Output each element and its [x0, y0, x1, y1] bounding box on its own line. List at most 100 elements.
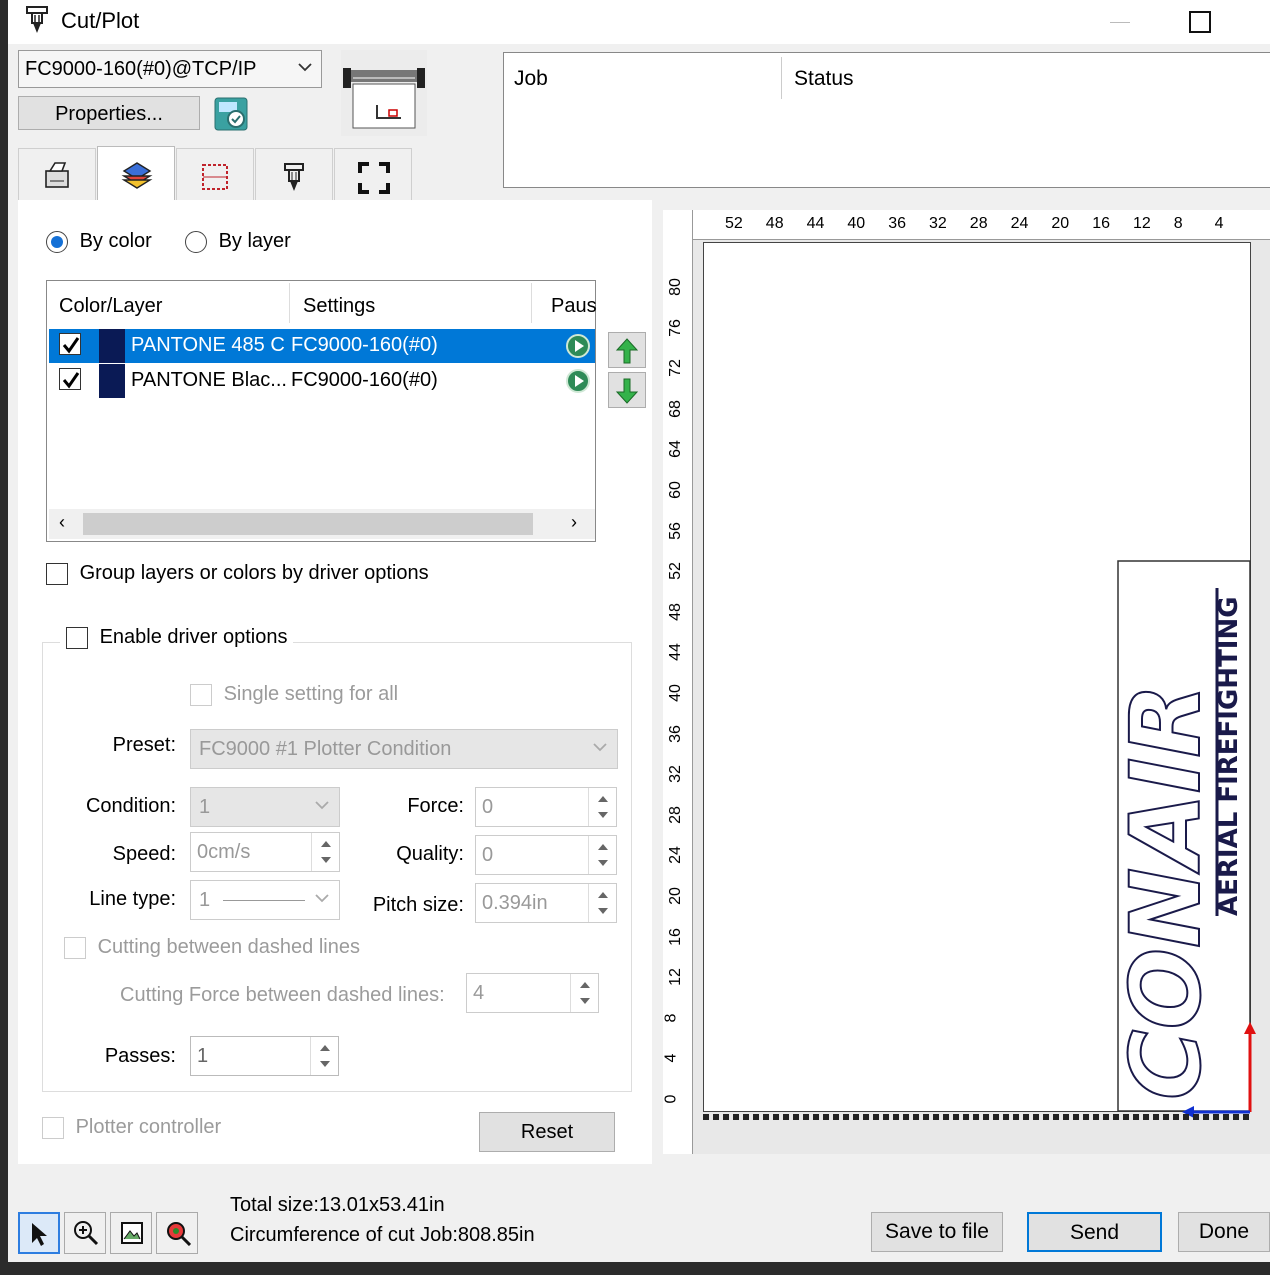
select-tool-button[interactable]: [18, 1212, 60, 1254]
passes-value: 1: [197, 1045, 209, 1067]
color-swatch: [99, 364, 125, 398]
color-swatch: [99, 329, 125, 363]
settings-header[interactable]: Settings: [303, 295, 375, 318]
printer-icon: [45, 162, 69, 188]
top-ruler-tick: 52: [725, 215, 743, 232]
stepper-arrows-icon[interactable]: [588, 836, 616, 874]
pointer-icon: [32, 1223, 47, 1246]
top-ruler-tick: 12: [1133, 215, 1151, 232]
condition-dropdown[interactable]: 1: [190, 787, 340, 827]
speed-stepper[interactable]: 0cm/s: [190, 832, 340, 872]
line-type-dropdown[interactable]: 1: [190, 880, 340, 920]
layer-row[interactable]: PANTONE 485 C FC9000-160(#0): [49, 329, 595, 363]
single-setting-checkbox[interactable]: [190, 683, 212, 706]
done-button[interactable]: Done: [1178, 1212, 1270, 1252]
tab-fullscreen[interactable]: [334, 148, 412, 200]
zoom-in-icon: [74, 1221, 99, 1246]
preset-dropdown[interactable]: FC9000 #1 Plotter Condition: [190, 729, 618, 769]
scroll-right-icon[interactable]: ›: [571, 512, 577, 533]
condition-value: 1: [199, 796, 211, 818]
cut-preview-canvas[interactable]: 52 48 44 40 36 32 28 24 20 16 12 8 4 80 76 72 68 64 60 56 5…: [662, 210, 1270, 1154]
by-layer-radio[interactable]: By layer: [185, 230, 291, 253]
reset-button[interactable]: Reset: [479, 1112, 615, 1152]
top-ruler: 52 48 44 40 36 32 28 24 20 16 12 8 4: [663, 210, 1270, 240]
move-up-button[interactable]: [608, 332, 646, 368]
layer-checkbox[interactable]: [59, 333, 81, 355]
pinch-roller-marks: [703, 1114, 1251, 1120]
tab-printer[interactable]: [18, 148, 96, 200]
by-layer-label: By layer: [218, 230, 291, 253]
tab-crop-frame[interactable]: [176, 148, 254, 200]
pause-header[interactable]: Paus: [551, 295, 597, 318]
stepper-arrows-icon[interactable]: [588, 788, 616, 826]
play-icon[interactable]: [566, 334, 590, 358]
pitch-size-label: Pitch size:: [372, 894, 464, 916]
plotter-controller-option[interactable]: Plotter controller: [42, 1116, 221, 1139]
color-layer-list: Color/Layer Settings Paus PANTONE 485 C …: [46, 280, 597, 542]
job-column-header[interactable]: Job: [514, 67, 548, 91]
chevron-down-icon: [313, 889, 331, 913]
layer-row[interactable]: PANTONE Blac... FC9000-160(#0): [49, 364, 595, 398]
stepper-arrows-icon[interactable]: [570, 974, 598, 1012]
stepper-arrows-icon[interactable]: [588, 884, 616, 922]
arrow-up-icon: [615, 338, 639, 364]
left-ruler-tick: 56: [666, 521, 684, 540]
force-label: Force:: [407, 795, 464, 817]
fit-page-button[interactable]: [110, 1212, 152, 1254]
properties-button[interactable]: Properties...: [18, 96, 200, 130]
job-status-table: Job Status: [503, 52, 1270, 188]
color-management-icon[interactable]: [214, 97, 248, 131]
scroll-left-icon[interactable]: ‹: [59, 512, 65, 533]
horizontal-scrollbar[interactable]: ‹ ›: [49, 509, 595, 539]
cut-dashed-option[interactable]: Cutting between dashed lines: [64, 936, 360, 959]
checkmark-icon: [62, 372, 80, 389]
top-ruler-tick: 16: [1092, 215, 1110, 232]
stepper-arrows-icon[interactable]: [310, 1037, 338, 1075]
left-ruler-tick: 64: [666, 440, 684, 459]
layer-settings: FC9000-160(#0): [291, 369, 438, 391]
status-column-header[interactable]: Status: [794, 67, 854, 91]
top-ruler-tick: 20: [1051, 215, 1070, 232]
top-ruler-tick: 24: [1010, 215, 1029, 232]
color-layer-header[interactable]: Color/Layer: [59, 295, 162, 318]
by-color-radio[interactable]: By color: [46, 230, 152, 253]
enable-driver-checkbox[interactable]: [66, 626, 88, 649]
quality-stepper[interactable]: 0: [475, 835, 617, 875]
group-layers-checkbox[interactable]: [46, 562, 68, 585]
group-layers-option[interactable]: Group layers or colors by driver options: [46, 562, 429, 585]
force-stepper[interactable]: 0: [475, 787, 617, 827]
minimize-button[interactable]: [1100, 6, 1140, 36]
send-button[interactable]: Send: [1027, 1212, 1162, 1252]
cut-force-dashed-value: 4: [473, 982, 485, 1004]
cut-force-dashed-stepper[interactable]: 4: [466, 973, 599, 1013]
tab-layers[interactable]: [97, 146, 175, 202]
column-divider: [289, 283, 290, 323]
save-to-file-button[interactable]: Save to file: [871, 1212, 1003, 1252]
single-setting-option[interactable]: Single setting for all: [190, 683, 398, 706]
radio-button[interactable]: [185, 230, 207, 253]
plotter-device-image: [341, 50, 427, 136]
stepper-arrows-icon[interactable]: [311, 833, 339, 871]
top-ruler-tick: 44: [806, 215, 825, 232]
tab-cutter-tool[interactable]: [255, 148, 333, 200]
move-down-button[interactable]: [608, 372, 646, 408]
passes-stepper[interactable]: 1: [190, 1036, 339, 1076]
zoom-all-button[interactable]: [156, 1212, 198, 1254]
pitch-size-stepper[interactable]: 0.394in: [475, 883, 617, 923]
group-layers-label: Group layers or colors by driver options: [79, 562, 429, 585]
scrollbar-thumb[interactable]: [83, 513, 533, 535]
left-ruler-tick: 76: [666, 318, 684, 337]
enable-driver-option[interactable]: Enable driver options: [60, 626, 294, 650]
zoom-tool-button[interactable]: [64, 1212, 106, 1254]
cut-dashed-checkbox[interactable]: [64, 936, 86, 959]
line-type-value: 1: [199, 889, 211, 911]
left-ruler-tick: 20: [666, 887, 684, 905]
maximize-button[interactable]: [1183, 6, 1223, 36]
play-icon[interactable]: [566, 369, 590, 393]
radio-button[interactable]: [46, 230, 68, 253]
left-ruler-tick: 12: [666, 968, 684, 987]
plotter-controller-checkbox[interactable]: [42, 1116, 64, 1139]
cutter-app-icon: [26, 6, 48, 33]
device-dropdown[interactable]: FC9000-160(#0)@TCP/IP: [18, 50, 322, 88]
layer-checkbox[interactable]: [59, 368, 81, 390]
